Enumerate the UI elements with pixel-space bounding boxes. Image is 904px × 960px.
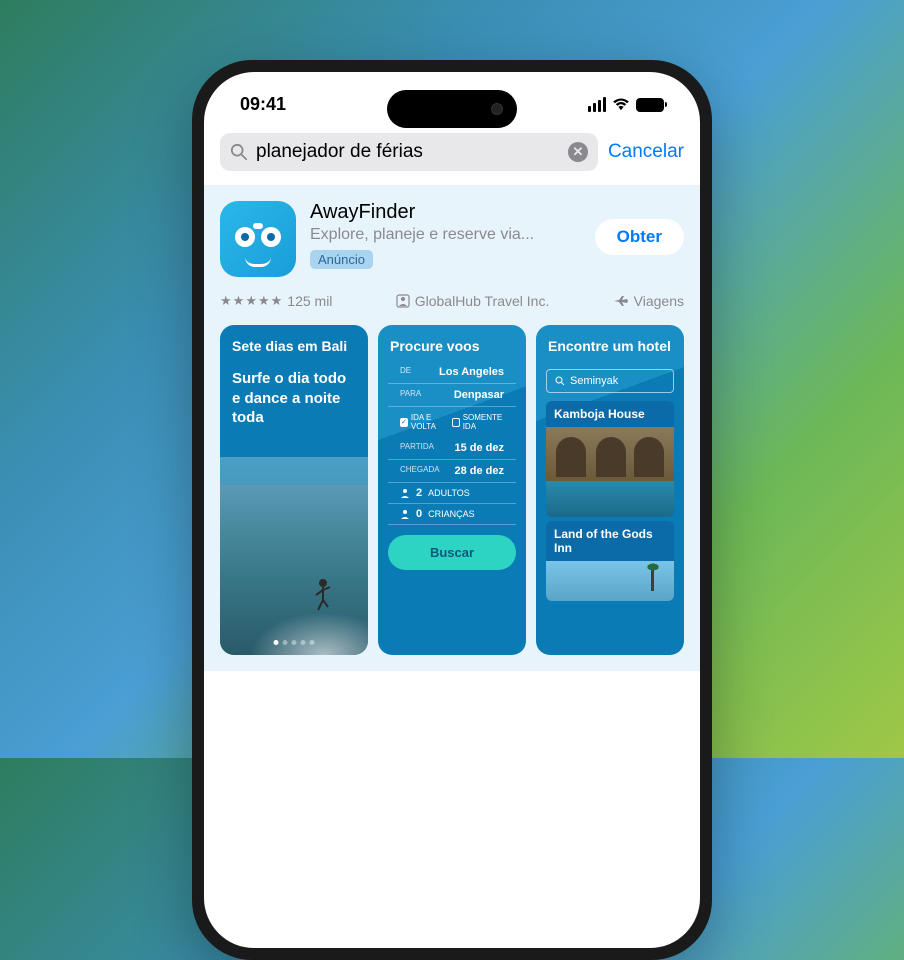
get-button[interactable]: Obter — [595, 219, 684, 255]
search-text: planejador de férias — [256, 141, 560, 163]
screenshot-2[interactable]: Procure voos DELos Angeles PARADenpasar … — [378, 325, 526, 655]
surf-image — [220, 485, 368, 655]
app-meta: ★★★★★ 125 mil GlobalHub Travel Inc. Viag… — [220, 293, 684, 309]
page-dots — [274, 640, 315, 645]
shot1-title: Sete dias em Bali — [220, 325, 368, 361]
shot1-subtitle: Surfe o dia todo e dance a noite toda — [220, 361, 368, 436]
cancel-button[interactable]: Cancelar — [608, 141, 684, 163]
phone-frame: 09:41 planejador de férias ✕ Cancelar — [192, 60, 712, 960]
app-name: AwayFinder — [310, 201, 581, 224]
clear-icon[interactable]: ✕ — [568, 142, 588, 162]
screenshot-3[interactable]: Encontre um hotel Seminyak Kamboja House… — [536, 325, 684, 655]
hotel-search: Seminyak — [546, 369, 674, 393]
developer-icon — [396, 294, 410, 308]
search-icon — [555, 376, 565, 386]
stars-icon: ★★★★★ — [220, 293, 282, 309]
developer: GlobalHub Travel Inc. — [396, 293, 550, 309]
hotel-card-1: Kamboja House — [546, 401, 674, 517]
screenshots[interactable]: Sete dias em Bali Surfe o dia todo e dan… — [220, 325, 684, 655]
signal-icon — [588, 97, 606, 112]
app-subtitle: Explore, planeje e reserve via... — [310, 226, 581, 244]
screenshot-1[interactable]: Sete dias em Bali Surfe o dia todo e dan… — [220, 325, 368, 655]
shot2-title: Procure voos — [378, 325, 526, 361]
dynamic-island — [387, 90, 517, 128]
battery-icon — [636, 98, 664, 112]
ad-badge: Anúncio — [310, 250, 373, 269]
person-icon — [400, 488, 410, 498]
wifi-icon — [612, 98, 630, 112]
results-area: AwayFinder Explore, planeje e reserve vi… — [204, 185, 700, 671]
phone-screen: 09:41 planejador de férias ✕ Cancelar — [204, 72, 700, 948]
checkbox-icon: ✓ — [400, 418, 408, 427]
category: Viagens — [613, 293, 684, 309]
person-icon — [400, 509, 410, 519]
search-button: Buscar — [388, 535, 516, 570]
checkbox-icon — [452, 418, 459, 427]
status-time: 09:41 — [240, 94, 286, 115]
hotel-card-2: Land of the Gods Inn — [546, 521, 674, 601]
search-icon — [230, 143, 248, 161]
search-row: planejador de férias ✕ Cancelar — [204, 123, 700, 185]
search-input[interactable]: planejador de férias ✕ — [220, 133, 598, 171]
app-icon[interactable] — [220, 201, 296, 277]
plane-icon — [613, 294, 629, 308]
rating-count: 125 mil — [287, 293, 332, 309]
app-result[interactable]: AwayFinder Explore, planeje e reserve vi… — [220, 201, 684, 277]
shot3-title: Encontre um hotel — [536, 325, 684, 361]
rating: ★★★★★ 125 mil — [220, 293, 332, 309]
